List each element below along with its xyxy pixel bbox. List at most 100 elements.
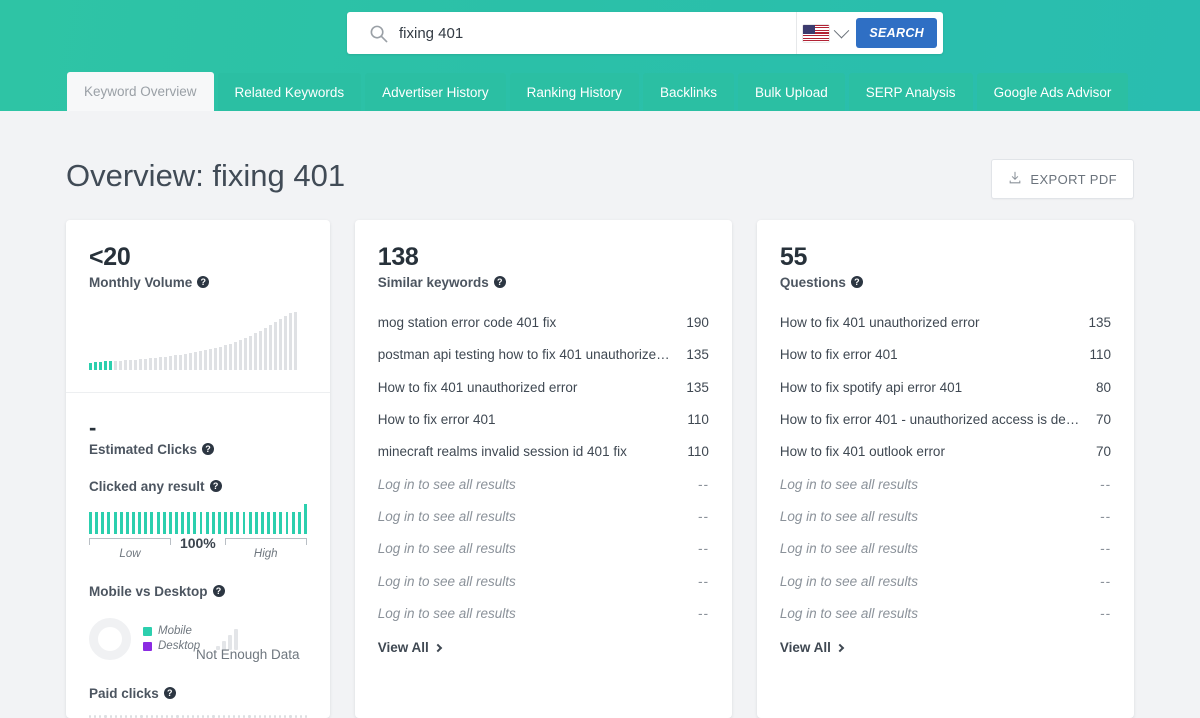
help-icon[interactable]: ? — [163, 687, 176, 699]
keyword-label: How to fix error 401 — [779, 347, 898, 363]
locked-row: Log in to see all results -- — [780, 533, 1111, 565]
gauge-tick — [236, 511, 240, 534]
keyword-volume: 70 — [1095, 444, 1111, 460]
keyword-label: Log in to see all results — [779, 476, 918, 492]
placeholder-dot — [238, 714, 241, 718]
sparkline-bar — [194, 351, 197, 370]
tab-related-keywords[interactable]: Related Keywords — [217, 73, 362, 111]
sparkline-bar — [129, 359, 132, 370]
keyword-row[interactable]: How to fix 401 unauthorized error 135 — [780, 307, 1111, 339]
gauge-high-label: High — [253, 547, 278, 560]
gauge-percent: 100% — [179, 534, 216, 551]
keyword-label: How to fix error 401 — [377, 412, 496, 428]
keyword-volume: -- — [1100, 476, 1111, 492]
help-icon[interactable]: ? — [212, 585, 225, 597]
placeholder-dot — [89, 714, 92, 718]
clicked-any-result-text: Clicked any result — [89, 478, 205, 494]
sparkline-bar — [104, 360, 107, 370]
sparkline-bar — [159, 356, 162, 370]
sparkline-bar — [164, 356, 167, 370]
sparkline-bar — [124, 359, 127, 370]
tab-bulk-upload[interactable]: Bulk Upload — [737, 73, 845, 111]
tab-backlinks[interactable]: Backlinks — [642, 73, 734, 111]
keyword-row[interactable]: mog station error code 401 fix 190 — [378, 307, 709, 339]
keyword-label: How to fix 401 unauthorized error — [377, 379, 578, 395]
tab-serp-analysis[interactable]: SERP Analysis — [848, 73, 973, 111]
placeholder-dot — [289, 714, 292, 718]
gauge-tick — [181, 511, 185, 534]
help-icon[interactable]: ? — [202, 443, 215, 455]
keyword-volume: 110 — [1089, 347, 1111, 363]
keyword-row[interactable]: How to fix error 401 110 — [780, 339, 1111, 371]
country-selector[interactable] — [796, 12, 856, 54]
page-title: Overview: fixing 401 — [66, 158, 346, 193]
placeholder-dot — [104, 714, 107, 718]
keyword-volume: -- — [1100, 508, 1111, 524]
similar-view-all-button[interactable]: View All — [378, 631, 709, 664]
sparkline-bar — [119, 360, 122, 370]
tab-google-ads-advisor[interactable]: Google Ads Advisor — [976, 73, 1129, 111]
estimated-clicks-section: - Estimated Clicks ? Clicked any result … — [66, 391, 330, 718]
similar-keywords-list: mog station error code 401 fix 190 postman… — [378, 307, 709, 630]
search-input[interactable] — [399, 12, 797, 54]
sparkline-bar — [214, 347, 217, 370]
keyword-row[interactable]: How to fix 401 unauthorized error 135 — [378, 371, 709, 403]
keyword-row[interactable]: How to fix spotify api error 401 80 — [780, 371, 1111, 403]
gauge-tick — [199, 511, 203, 534]
search-button[interactable]: SEARCH — [856, 18, 937, 48]
sparkline-bar — [89, 362, 92, 370]
locked-row: Log in to see all results -- — [378, 533, 709, 565]
gauge-tick — [211, 511, 215, 534]
keyword-row[interactable]: How to fix error 401 - unauthorized acce… — [780, 403, 1111, 435]
questions-count: 55 — [779, 243, 808, 271]
help-icon[interactable]: ? — [493, 276, 506, 288]
placeholder-dot — [114, 714, 117, 718]
sparkline-bar — [259, 330, 262, 370]
keyword-row[interactable]: How to fix error 401 110 — [378, 403, 709, 435]
locked-row: Log in to see all results -- — [780, 468, 1111, 500]
placeholder-dot — [130, 714, 133, 718]
gauge-tick — [291, 511, 295, 534]
export-pdf-label: EXPORT PDF — [1030, 171, 1117, 187]
keyword-row[interactable]: postman api testing how to fix 401 unaut… — [378, 339, 709, 371]
similar-keywords-section: 138 Similar keywords ? mog station error… — [355, 220, 732, 678]
monthly-volume-section: <20 Monthly Volume ? — [66, 220, 330, 370]
sparkline-bar — [199, 350, 202, 370]
desktop-swatch-icon — [143, 641, 152, 651]
placeholder-dot — [196, 714, 200, 718]
keyword-row[interactable]: minecraft realms invalid session id 401 … — [378, 436, 709, 468]
locked-row: Log in to see all results -- — [378, 468, 709, 500]
keyword-label: Log in to see all results — [377, 573, 516, 589]
sparkline-bar — [174, 354, 177, 370]
cards-container: <20 Monthly Volume ? - Estimated Clicks … — [66, 220, 1134, 718]
sparkline-bar — [249, 335, 252, 370]
placeholder-dot — [279, 714, 282, 718]
sparkline-bar — [274, 321, 277, 370]
placeholder-dot — [299, 714, 302, 718]
similar-keywords-label-text: Similar keywords — [377, 274, 489, 290]
help-icon[interactable]: ? — [850, 276, 863, 288]
placeholder-dot — [155, 714, 158, 718]
keyword-label: How to fix 401 outlook error — [779, 444, 945, 460]
locked-row: Log in to see all results -- — [378, 597, 709, 629]
keyword-volume: 70 — [1095, 412, 1111, 428]
questions-view-all-button[interactable]: View All — [780, 631, 1111, 664]
chevron-right-icon — [835, 643, 845, 653]
help-icon[interactable]: ? — [197, 276, 210, 288]
gauge-tick — [107, 511, 111, 534]
tab-keyword-overview[interactable]: Keyword Overview — [67, 72, 214, 111]
gauge-tick — [168, 511, 172, 534]
page-header: Overview: fixing 401 EXPORT PDF — [0, 111, 1200, 209]
export-pdf-button[interactable]: EXPORT PDF — [991, 159, 1134, 199]
view-all-label: View All — [779, 640, 831, 656]
locked-row: Log in to see all results -- — [780, 500, 1111, 532]
questions-label-text: Questions — [779, 274, 846, 290]
tab-advertiser-history[interactable]: Advertiser History — [365, 73, 506, 111]
tab-ranking-history[interactable]: Ranking History — [509, 73, 639, 111]
placeholder-dot — [284, 714, 287, 718]
placeholder-dot — [166, 714, 169, 718]
keyword-row[interactable]: How to fix 401 outlook error 70 — [780, 436, 1111, 468]
gauge-tick — [230, 511, 234, 534]
placeholder-dot — [140, 714, 143, 718]
help-icon[interactable]: ? — [209, 480, 222, 492]
